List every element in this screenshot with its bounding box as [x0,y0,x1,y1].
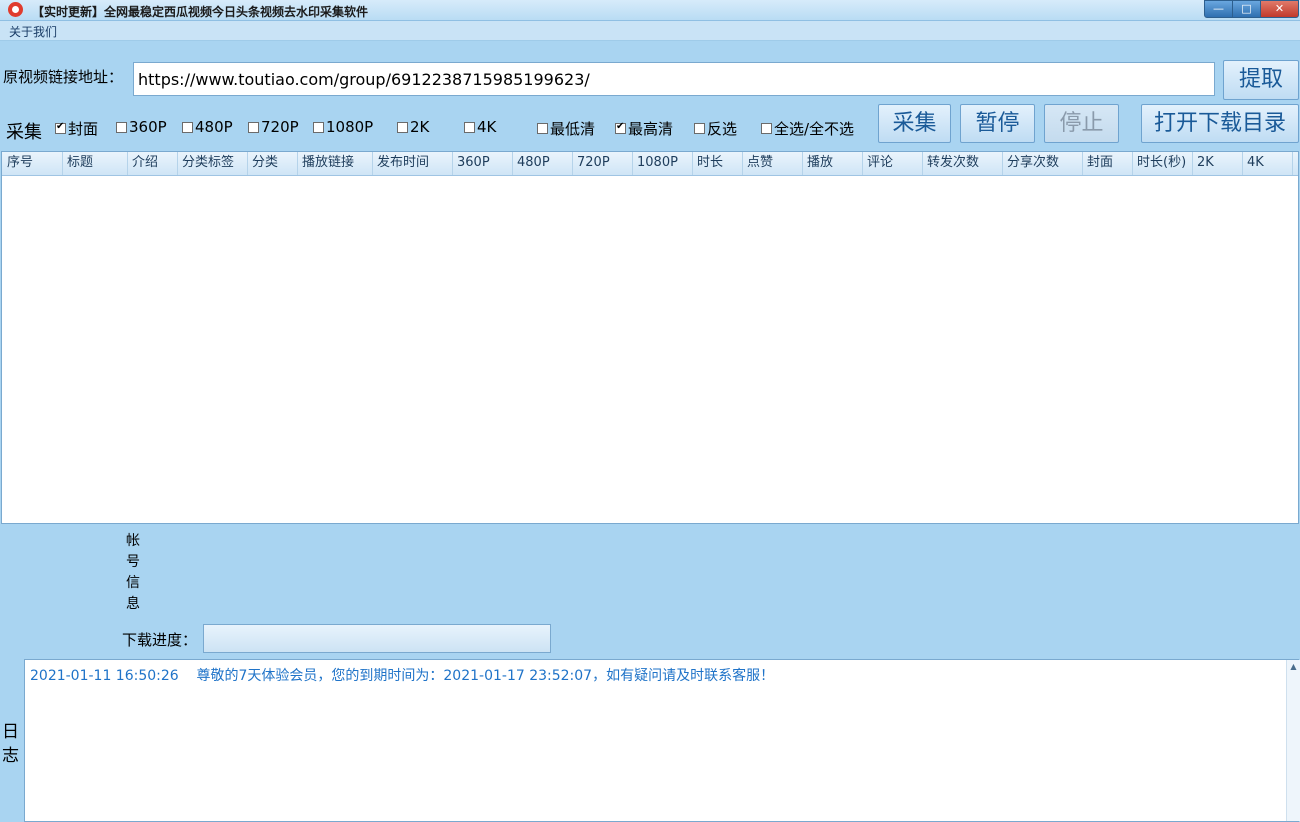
column-header[interactable]: 序号 [3,152,63,175]
checkbox-box[interactable] [615,121,626,134]
column-header[interactable]: 360P [453,152,513,175]
app-icon [8,2,23,17]
column-header[interactable]: 播放 [803,152,863,175]
column-header[interactable]: 480P [513,152,573,175]
close-button[interactable]: ✕ [1260,0,1299,18]
checkbox-box[interactable] [116,121,127,133]
url-input[interactable] [133,62,1215,96]
column-header[interactable]: 点赞 [743,152,803,175]
checkbox-box[interactable] [248,121,259,133]
column-header[interactable]: 4K [1243,152,1293,175]
extract-button[interactable]: 提取 [1223,60,1299,100]
column-header[interactable]: 2K [1193,152,1243,175]
checkbox-label: 4K [477,118,497,136]
log-scrollbar[interactable]: ▲ [1286,660,1300,821]
checkbox-label: 360P [129,118,167,136]
column-header[interactable]: 分类标签 [178,152,248,175]
checkbox-label: 1080P [326,118,374,136]
window-title: 【实时更新】全网最稳定西瓜视频今日头条视频去水印采集软件 [32,5,369,19]
download-progress-label: 下载进度： [122,631,198,649]
checkbox-2[interactable]: 480P [182,118,233,136]
checkbox-label: 反选 [707,120,738,138]
checkbox-6[interactable]: 4K [464,118,496,136]
checkbox-10[interactable]: 全选/全不选 [761,118,854,139]
scroll-up-icon[interactable]: ▲ [1287,660,1300,674]
column-header[interactable]: 1080P [633,152,693,175]
checkbox-box[interactable] [694,123,705,134]
checkbox-0[interactable]: 封面 [55,118,98,139]
checkbox-label: 480P [195,118,233,136]
checkbox-box[interactable] [55,121,66,134]
column-header[interactable]: 720P [573,152,633,175]
collect-label: 采集 [6,122,42,143]
log-panel[interactable]: 2021-01-11 16:50:26 尊敬的7天体验会员，您的到期时间为：20… [24,659,1300,822]
checkbox-label: 封面 [68,120,99,138]
column-header[interactable]: 介绍 [128,152,178,175]
checkbox-9[interactable]: 反选 [694,118,737,139]
column-header[interactable]: 时长(秒) [1133,152,1193,175]
menu-bar: 关于我们 [0,21,1300,41]
checkbox-8[interactable]: 最高清 [615,118,673,139]
collect-button[interactable]: 采集 [878,104,951,143]
log-line: 2021-01-11 16:50:26 尊敬的7天体验会员，您的到期时间为：20… [30,668,775,684]
table-header: 序号 标题 介绍 分类标签 分类 播放链接 发布时间 360P 480P 720P 1080P 时长点… [2,152,1298,176]
checkbox-label: 2K [410,118,430,136]
column-header[interactable]: 播放链接 [298,152,373,175]
menu-item-about[interactable]: 关于我们 [9,23,57,40]
column-header[interactable]: 分类 [248,152,298,175]
checkbox-4[interactable]: 1080P [313,118,373,136]
checkbox-7[interactable]: 最低清 [537,118,595,139]
checkbox-label: 最高清 [628,120,674,138]
column-header[interactable]: 时长 [693,152,743,175]
log-label: 日志 [2,722,19,766]
results-table[interactable]: 序号 标题 介绍 分类标签 分类 播放链接 发布时间 360P 480P 720P 1080P 时长点… [1,151,1299,524]
url-label: 原视频链接地址： [3,68,124,86]
checkbox-5[interactable]: 2K [397,118,429,136]
checkbox-box[interactable] [464,121,475,133]
checkbox-label: 最低清 [550,120,596,138]
checkbox-box[interactable] [182,121,193,133]
checkbox-box[interactable] [761,123,772,134]
minimize-button[interactable]: — [1204,0,1233,18]
title-bar: 【实时更新】全网最稳定西瓜视频今日头条视频去水印采集软件 — □ ✕ [0,0,1300,21]
column-header[interactable]: 发布时间 [373,152,453,175]
checkbox-box[interactable] [537,123,548,134]
column-header[interactable]: 评论 [863,152,923,175]
stop-button[interactable]: 停止 [1044,104,1119,143]
open-download-dir-button[interactable]: 打开下载目录 [1141,104,1299,143]
maximize-button[interactable]: □ [1232,0,1261,18]
account-info-label: 帐号信息 [126,533,140,612]
checkbox-box[interactable] [397,121,408,133]
column-header[interactable]: 封面 [1083,152,1133,175]
checkbox-label: 720P [261,118,299,136]
column-header[interactable]: 转发次数 [923,152,1003,175]
checkbox-1[interactable]: 360P [116,118,167,136]
checkbox-box[interactable] [313,121,324,133]
pause-button[interactable]: 暂停 [960,104,1035,143]
download-progress-bar [203,624,551,653]
column-header[interactable]: 标题 [63,152,128,175]
column-header[interactable]: 分享次数 [1003,152,1083,175]
checkbox-3[interactable]: 720P [248,118,299,136]
checkbox-label: 全选/全不选 [774,120,855,138]
